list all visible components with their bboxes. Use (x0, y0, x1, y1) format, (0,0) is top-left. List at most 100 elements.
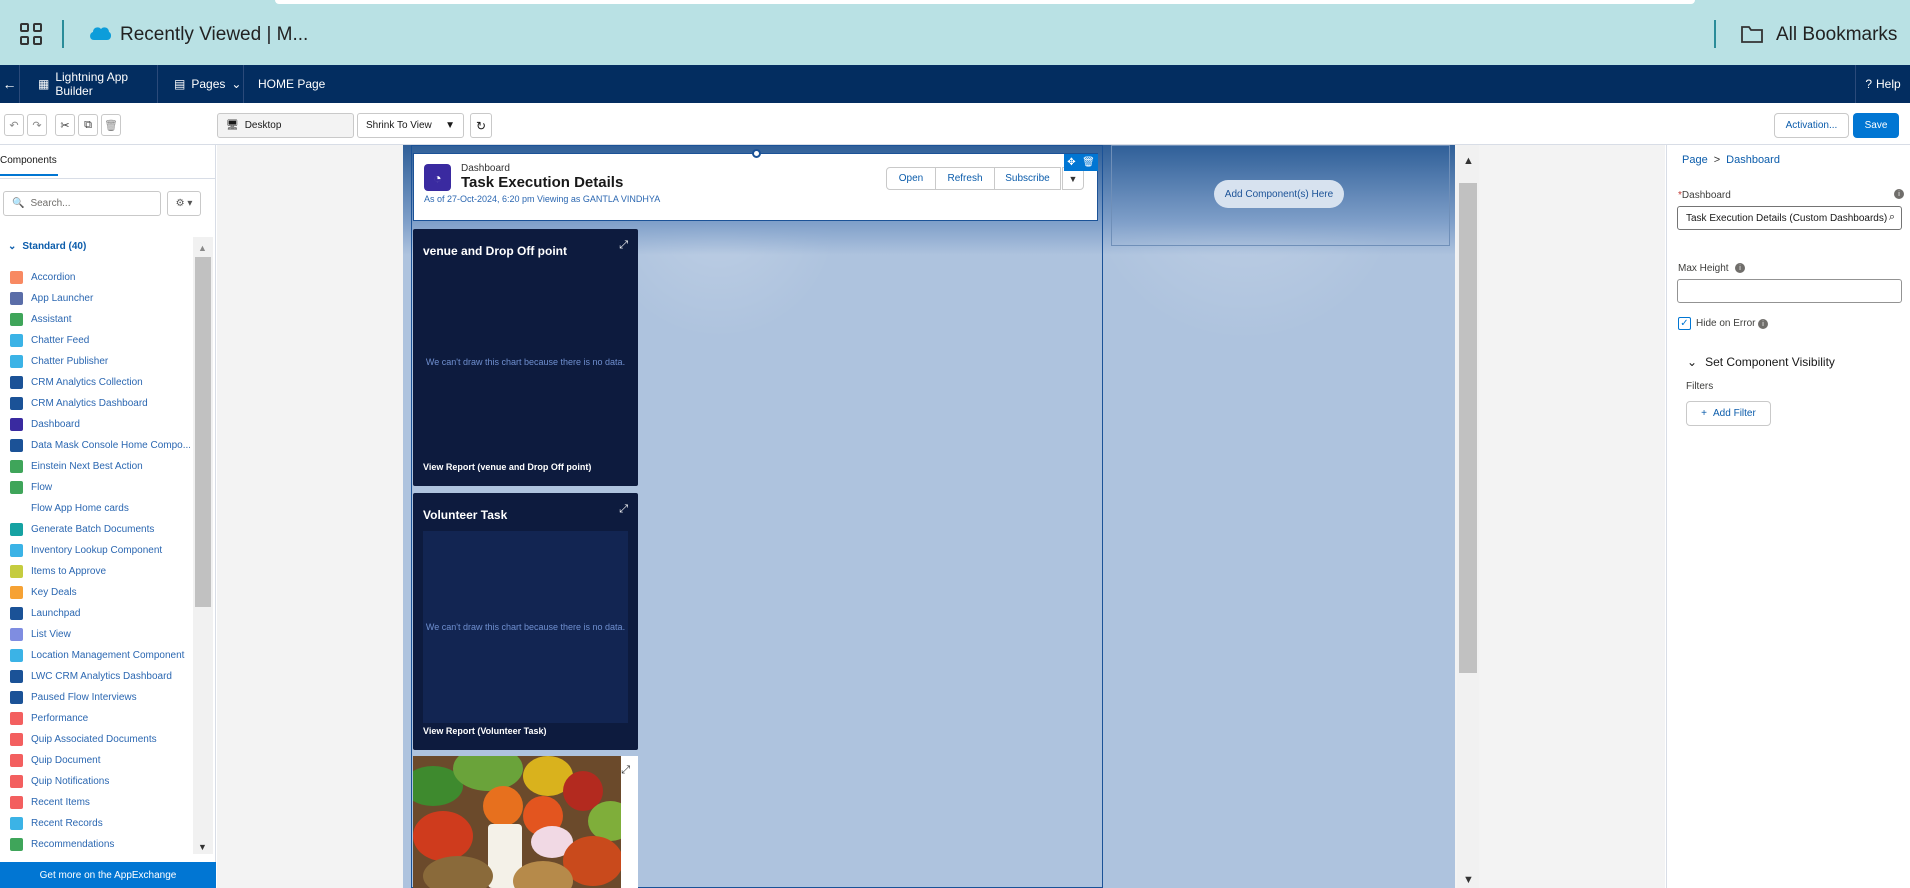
trash-icon[interactable]: 🗑 (1082, 157, 1095, 168)
pages-menu[interactable]: ▤ Pages ⌄ (164, 65, 244, 103)
add-filter-button[interactable]: + Add Filter (1686, 401, 1771, 426)
copy-button[interactable]: ⧉ (78, 114, 98, 136)
dashboard-chart-card: Volunteer Task ⤢ We can't draw this char… (413, 493, 638, 750)
redo-icon: ↷ (32, 119, 42, 132)
add-component-button[interactable]: Add Component(s) Here (1214, 180, 1344, 208)
component-list-item[interactable]: Quip Associated Documents (10, 729, 190, 750)
component-list-item[interactable]: Location Management Component (10, 645, 190, 666)
component-list-item[interactable]: List View (10, 624, 190, 645)
device-selector[interactable]: 🖥 Desktop (217, 113, 354, 138)
expand-icon[interactable]: ⤢ (619, 239, 628, 252)
component-list-item[interactable]: Recent Records (10, 813, 190, 834)
search-icon[interactable]: ⌕ (1889, 211, 1895, 224)
component-list-item[interactable]: Flow App Home cards (10, 498, 190, 519)
resize-handle[interactable] (752, 149, 761, 158)
component-list-item[interactable]: Flow (10, 477, 190, 498)
component-list-item[interactable]: Accordion (10, 267, 190, 288)
scroll-thumb[interactable] (195, 257, 211, 607)
delete-button[interactable]: 🗑 (101, 114, 121, 136)
component-list-item[interactable]: Items to Approve (10, 561, 190, 582)
browser-tab-title[interactable]: Recently Viewed | M... (120, 24, 308, 46)
refresh-dashboard-button[interactable]: Refresh (935, 167, 995, 190)
expand-icon[interactable]: ⤢ (621, 764, 630, 777)
tab-components[interactable]: Components (0, 155, 58, 176)
scroll-up-icon[interactable]: ▲ (1463, 155, 1474, 167)
dashboard-component[interactable]: ◔ Dashboard Task Execution Details As of… (413, 153, 1098, 221)
info-icon[interactable]: i (1735, 263, 1745, 273)
refresh-icon: ↻ (475, 118, 487, 133)
component-list-item[interactable]: Recommendations (10, 834, 190, 855)
component-list-item[interactable]: Launchpad (10, 603, 190, 624)
hide-on-error-checkbox[interactable]: ✓ (1678, 317, 1691, 330)
breadcrumb-page[interactable]: Page (1682, 154, 1708, 166)
component-icon (10, 292, 23, 305)
cut-button[interactable]: ✂ (55, 114, 75, 136)
component-list-scrollbar[interactable]: ▲ ▼ (193, 237, 213, 854)
help-button[interactable]: ? Help (1855, 65, 1910, 103)
component-icon (10, 439, 23, 452)
info-icon[interactable]: i (1758, 319, 1768, 329)
component-label: Accordion (31, 272, 76, 283)
activation-button[interactable]: Activation... (1774, 113, 1849, 138)
app-builder-menu[interactable]: ▦ Lightning App Builder (30, 65, 158, 103)
component-list-item[interactable]: Quip Document (10, 750, 190, 771)
component-visibility-toggle[interactable]: ⌄ Set Component Visibility (1687, 355, 1835, 369)
browser-tab-strip (275, 0, 1695, 4)
component-list-item[interactable]: Einstein Next Best Action (10, 456, 190, 477)
search-icon: 🔍 (12, 198, 25, 209)
max-height-input[interactable] (1677, 279, 1902, 303)
component-list-item[interactable]: Recent Items (10, 792, 190, 813)
separator (1714, 20, 1716, 48)
appexchange-link[interactable]: Get more on the AppExchange (0, 862, 216, 888)
component-icon (10, 271, 23, 284)
component-list-item[interactable]: Generate Batch Documents (10, 519, 190, 540)
view-report-link[interactable]: View Report (Volunteer Task) (423, 726, 547, 736)
scroll-down-icon[interactable]: ▼ (1463, 874, 1474, 886)
standard-section-header[interactable]: ⌄ Standard (40) (8, 241, 86, 252)
scroll-thumb[interactable] (1459, 183, 1477, 673)
dashboard-lookup-input[interactable]: Task Execution Details (Custom Dashboard… (1677, 206, 1902, 230)
hide-on-error-label: Hide on Error (1696, 318, 1756, 329)
component-list: Accordion App Launcher Assistant Chatter Fe… (10, 267, 190, 855)
zoom-selector[interactable]: Shrink To View ▼ (357, 113, 464, 138)
component-list-item[interactable]: Inventory Lookup Component (10, 540, 190, 561)
refresh-button[interactable]: ↻ (470, 113, 492, 138)
component-list-item[interactable]: Assistant (10, 309, 190, 330)
component-list-item[interactable]: Paused Flow Interviews (10, 687, 190, 708)
visibility-heading: Set Component Visibility (1705, 355, 1835, 369)
expand-icon[interactable]: ⤢ (619, 503, 628, 516)
undo-button[interactable]: ↶ (4, 114, 24, 136)
redo-button[interactable]: ↷ (27, 114, 47, 136)
component-list-item[interactable]: LWC CRM Analytics Dashboard (10, 666, 190, 687)
back-button[interactable]: ← (0, 65, 20, 103)
apps-grid-icon[interactable] (20, 23, 42, 45)
component-list-item[interactable]: Chatter Feed (10, 330, 190, 351)
component-icon (10, 397, 23, 410)
component-list-item[interactable]: CRM Analytics Dashboard (10, 393, 190, 414)
help-label: Help (1876, 77, 1901, 91)
image-component[interactable]: ⤢ (413, 756, 638, 888)
move-icon[interactable]: ✥ (1067, 157, 1075, 168)
component-list-item[interactable]: Performance (10, 708, 190, 729)
all-bookmarks-link[interactable]: All Bookmarks (1776, 24, 1897, 46)
settings-menu-button[interactable]: ⚙ ▾ (167, 191, 201, 216)
chart-title: Volunteer Task (423, 508, 508, 522)
scroll-up-icon[interactable]: ▲ (198, 243, 207, 253)
component-label: Recent Records (31, 818, 103, 829)
save-button[interactable]: Save (1853, 113, 1899, 138)
component-list-item[interactable]: CRM Analytics Collection (10, 372, 190, 393)
component-list-item[interactable]: Key Deals (10, 582, 190, 603)
info-icon[interactable]: i (1894, 189, 1904, 199)
component-list-item[interactable]: Chatter Publisher (10, 351, 190, 372)
component-list-item[interactable]: App Launcher (10, 288, 190, 309)
component-list-item[interactable]: Quip Notifications (10, 771, 190, 792)
component-list-item[interactable]: Dashboard (10, 414, 190, 435)
subscribe-button[interactable]: Subscribe (994, 167, 1061, 190)
scroll-down-icon[interactable]: ▼ (198, 842, 207, 852)
open-button[interactable]: Open (886, 167, 936, 190)
view-report-link[interactable]: View Report (venue and Drop Off point) (423, 462, 591, 472)
component-icon (10, 313, 23, 326)
canvas-scrollbar[interactable]: ▲ ▼ (1457, 145, 1479, 888)
component-search-input[interactable]: 🔍 Search... (3, 191, 161, 216)
component-list-item[interactable]: Data Mask Console Home Compo... (10, 435, 190, 456)
